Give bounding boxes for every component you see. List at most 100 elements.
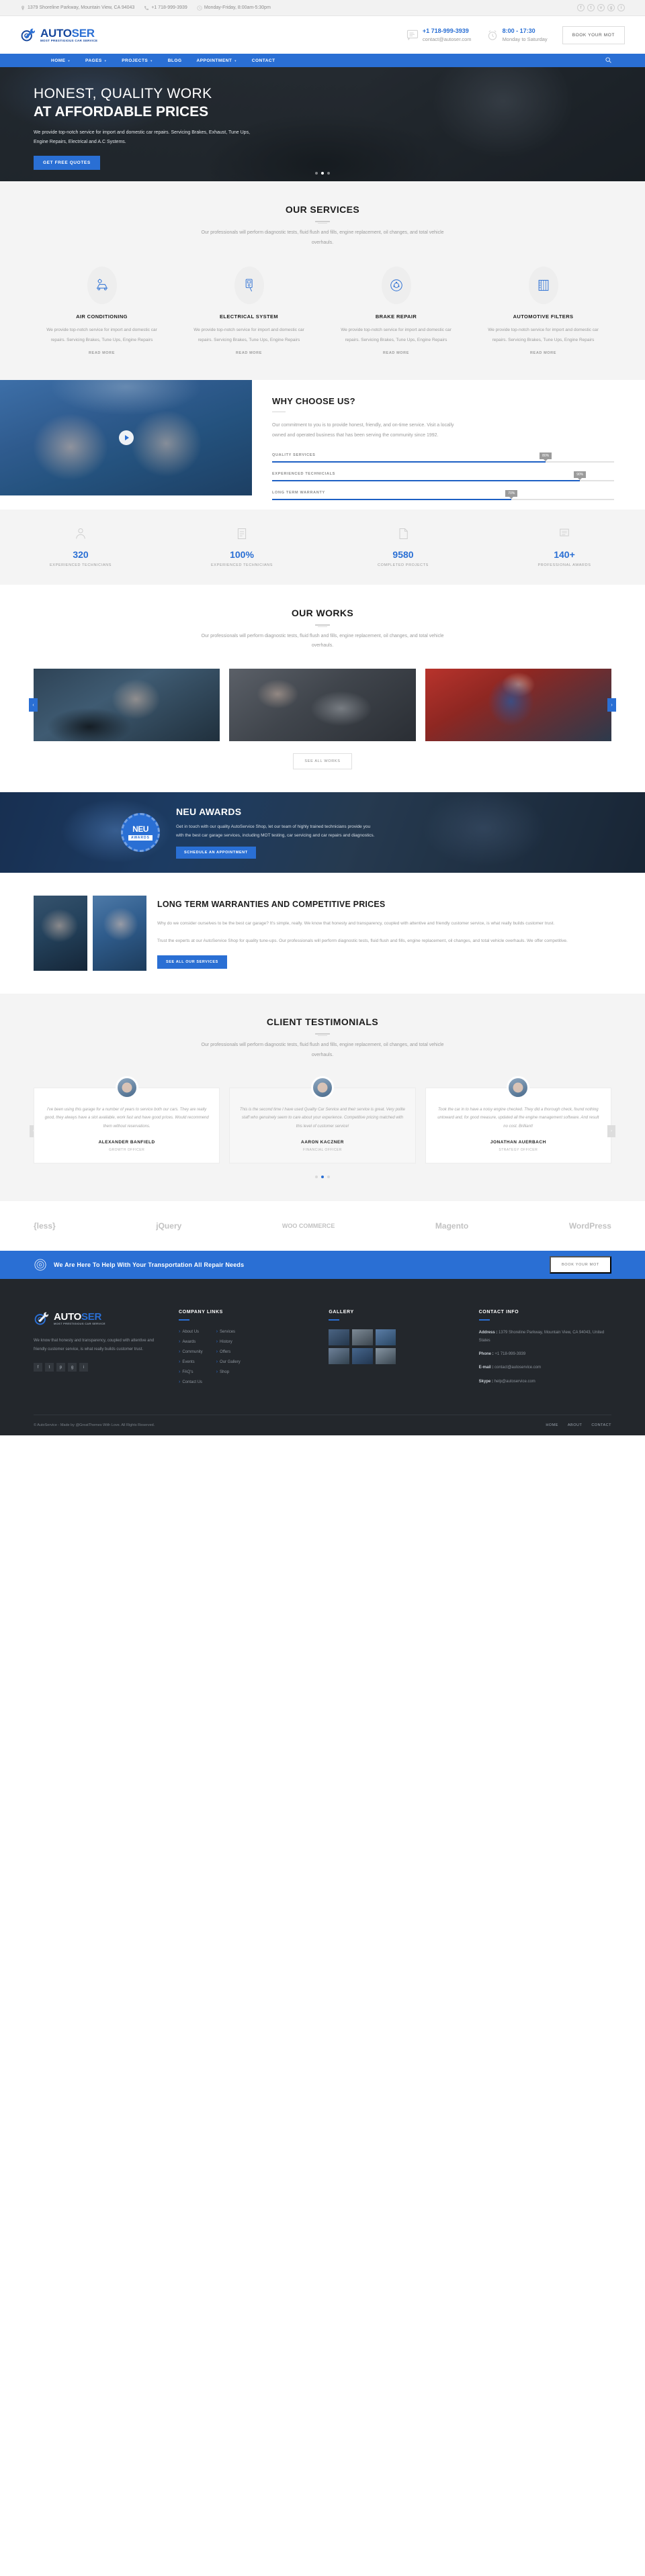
jquery-logo[interactable]: jQuery [156, 1221, 181, 1231]
gallery-thumb[interactable] [351, 1348, 373, 1365]
nav-item-pages[interactable]: PAGES ▼ [85, 58, 107, 63]
section-divider [315, 221, 330, 224]
header-email[interactable]: contact@autoser.com [423, 36, 472, 43]
message-icon [406, 30, 418, 40]
skill-bar-long-term-warranty: LONG TERM WARRANTY 70% [272, 489, 614, 500]
works-next-arrow[interactable]: › [607, 698, 616, 712]
instagram-icon[interactable]: i [79, 1363, 88, 1372]
less-logo[interactable]: {less} [34, 1221, 56, 1231]
read-more-link[interactable]: READ MORE [236, 351, 262, 355]
testimonial-dot-3[interactable] [327, 1176, 330, 1179]
facebook-icon[interactable]: f [34, 1363, 42, 1372]
pinterest-icon[interactable]: p [56, 1363, 65, 1372]
header-contact-block: +1 718-999-3939 contact@autoser.com [406, 27, 472, 44]
testimonial-name: JONATHAN AUERBACH [490, 1140, 546, 1145]
nav-item-contact[interactable]: CONTACT [252, 58, 275, 63]
brake-disc-icon [381, 267, 411, 305]
service-card-automotive-filters[interactable]: AUTOMOTIVE FILTERS We provide top-notch … [475, 267, 611, 357]
work-item-mechanic-red-car[interactable] [425, 669, 611, 742]
testimonial-dot-1[interactable] [315, 1176, 318, 1179]
play-button-icon[interactable] [118, 430, 134, 445]
testimonial-card: I've been using this garage for a number… [34, 1076, 220, 1164]
footer-link[interactable]: Contact Us [179, 1380, 203, 1384]
service-card-electrical-system[interactable]: ELECTRICAL SYSTEM We provide top-notch s… [181, 267, 317, 357]
testimonial-quote: This is the second time I have used Qual… [240, 1107, 405, 1129]
book-mot-button[interactable]: BOOK YOUR MOT [562, 26, 625, 44]
hero-dot-3[interactable] [327, 172, 330, 175]
footer-nav-about[interactable]: ABOUT [568, 1423, 582, 1427]
topbar-phone[interactable]: +1 718-999-3939 [144, 5, 187, 11]
testimonial-dot-2[interactable] [321, 1176, 324, 1179]
gallery-thumb[interactable] [329, 1348, 349, 1365]
footer-link[interactable]: Events [179, 1359, 203, 1364]
footer-link[interactable]: Services [216, 1329, 241, 1334]
footer-link[interactable]: History [216, 1339, 241, 1344]
footer-about-column: AUTOSER MOST PRESTIGIOUS CAR SERVICE We … [34, 1310, 161, 1392]
google-plus-icon[interactable]: g [68, 1363, 77, 1372]
nav-item-home[interactable]: HOME ▼ [51, 58, 71, 63]
woocommerce-logo[interactable]: WOO COMMERCE [282, 1223, 335, 1229]
work-item-laptop-diagnostics[interactable] [229, 669, 416, 742]
skill-label: LONG TERM WARRANTY [272, 490, 325, 495]
testimonials-next-arrow[interactable]: › [607, 1125, 615, 1138]
site-logo[interactable]: AUTOSER MOST PRESTIGIOUS CAR SERVICE [20, 26, 97, 44]
footer-link[interactable]: Offers [216, 1349, 241, 1354]
google-plus-icon[interactable]: g [607, 4, 615, 11]
footer-logo[interactable]: AUTOSER MOST PRESTIGIOUS CAR SERVICE [34, 1310, 161, 1327]
gallery-thumb[interactable] [375, 1348, 396, 1365]
twitter-icon[interactable]: t [587, 4, 595, 11]
contact-email-value[interactable]: contact@autoservice.com [494, 1366, 541, 1370]
gallery-thumb[interactable] [375, 1329, 396, 1346]
warranty-image-1 [34, 896, 87, 971]
read-more-link[interactable]: READ MORE [89, 351, 115, 355]
header-phone[interactable]: +1 718-999-3939 [423, 27, 472, 36]
facebook-icon[interactable]: f [577, 4, 585, 11]
nav-label: APPOINTMENT [196, 58, 232, 63]
contact-skype-value[interactable]: help@autoservice.com [494, 1380, 535, 1384]
footer-link[interactable]: Awards [179, 1339, 203, 1344]
counter-value: 140+ [554, 548, 575, 560]
footer-link[interactable]: FAQ's [179, 1370, 203, 1374]
service-card-air-conditioning[interactable]: AIR CONDITIONING We provide top-notch se… [34, 267, 170, 357]
chevron-down-icon: ▼ [103, 58, 108, 62]
vimeo-icon[interactable]: v [597, 4, 605, 11]
footer-links-title: COMPANY LINKS [179, 1310, 223, 1315]
works-prev-arrow[interactable]: ‹ [29, 698, 38, 712]
cta-book-mot-button[interactable]: BOOK YOUR MOT [549, 1256, 611, 1274]
get-free-quotes-button[interactable]: GET FREE QUOTES [34, 155, 100, 170]
footer-link[interactable]: Community [179, 1349, 202, 1354]
hero-dot-1[interactable] [315, 172, 318, 175]
footer-heading-underline [478, 1319, 490, 1321]
read-more-link[interactable]: READ MORE [383, 351, 409, 355]
progress-percent: 70% [505, 489, 518, 497]
footer-nav-contact[interactable]: CONTACT [591, 1423, 611, 1427]
service-card-brake-repair[interactable]: BRAKE REPAIR We provide top-notch servic… [328, 267, 464, 357]
footer-copyright: © AutoService - Made by @GreatThemes Wit… [34, 1423, 155, 1428]
footer-link[interactable]: Shop [216, 1370, 241, 1374]
search-icon[interactable] [605, 56, 625, 64]
project-icon [399, 528, 408, 539]
topbar-address: 1379 Shoreline Parkway, Mountain View, C… [20, 5, 134, 11]
hero-slider: HONEST, QUALITY WORK AT AFFORDABLE PRICE… [0, 67, 645, 181]
gallery-thumb[interactable] [329, 1329, 349, 1346]
nav-item-blog[interactable]: BLOG [168, 58, 182, 63]
footer-link[interactable]: Our Gallery [216, 1359, 241, 1364]
footer-link[interactable]: About Us [179, 1329, 203, 1334]
instagram-icon[interactable]: i [617, 4, 625, 11]
work-item-mechanic-under-hood[interactable] [34, 669, 220, 742]
location-pin-icon [22, 5, 24, 10]
schedule-appointment-button[interactable]: SCHEDULE AN APPOINTMENT [176, 847, 256, 859]
nav-item-appointment[interactable]: APPOINTMENT ▼ [197, 58, 237, 63]
contact-phone-value[interactable]: +1 718-999-3939 [494, 1352, 525, 1356]
nav-item-projects[interactable]: PROJECTS ▼ [122, 58, 153, 63]
footer-nav-home[interactable]: HOME [546, 1423, 558, 1427]
hero-dot-2[interactable] [321, 172, 324, 175]
magento-logo[interactable]: Magento [435, 1221, 468, 1231]
hero-title: HONEST, QUALITY WORK AT AFFORDABLE PRICE… [34, 85, 611, 122]
see-all-works-button[interactable]: SEE ALL WORKS [293, 753, 352, 770]
twitter-icon[interactable]: t [45, 1363, 54, 1372]
see-all-services-button[interactable]: SEE ALL OUR SERVICES [157, 955, 227, 969]
read-more-link[interactable]: READ MORE [530, 351, 556, 355]
gallery-thumb[interactable] [351, 1329, 373, 1346]
wordpress-logo[interactable]: WordPress [569, 1221, 611, 1231]
